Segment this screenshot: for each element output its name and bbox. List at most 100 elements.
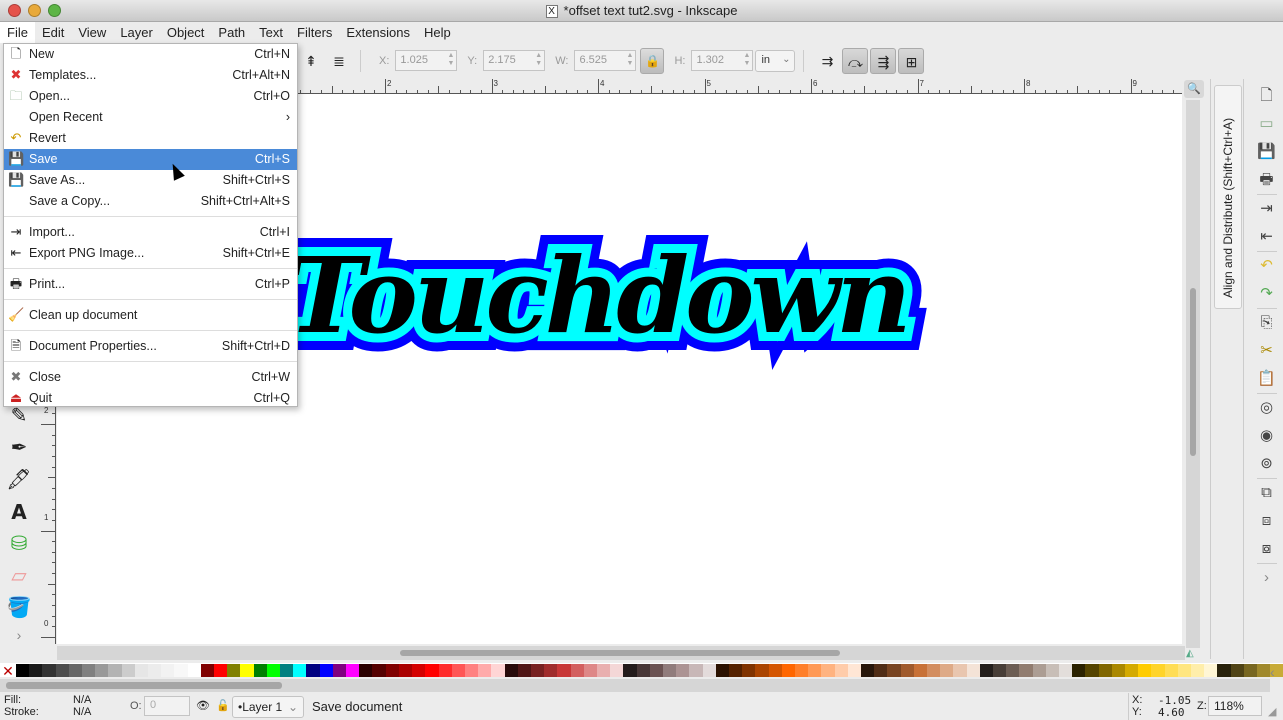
color-swatch[interactable] [174, 663, 188, 677]
horizontal-scroll-thumb[interactable] [400, 650, 840, 656]
color-swatch[interactable] [293, 663, 307, 677]
chevron-right-icon[interactable]: › [0, 624, 38, 646]
palette-scrollbar[interactable] [0, 679, 1270, 692]
undo-icon[interactable]: ↶ [1250, 252, 1283, 280]
color-swatch[interactable] [346, 663, 360, 677]
color-swatch[interactable] [570, 663, 584, 677]
color-swatch[interactable] [979, 663, 994, 677]
color-swatch[interactable] [887, 663, 901, 677]
color-swatch[interactable] [134, 663, 149, 677]
fill-value[interactable]: N/A [73, 694, 91, 706]
color-swatch[interactable] [1204, 663, 1218, 677]
color-swatch[interactable] [715, 663, 729, 677]
new-document-icon[interactable]: 🗋 [1250, 82, 1283, 110]
color-swatch[interactable] [768, 663, 782, 677]
zoom-window-button[interactable] [48, 4, 61, 17]
save-icon[interactable]: 💾 [1250, 138, 1283, 166]
color-swatch[interactable] [240, 663, 254, 677]
color-swatch[interactable] [148, 663, 162, 677]
color-swatch[interactable] [728, 663, 743, 677]
color-swatch[interactable] [1032, 663, 1046, 677]
color-swatch[interactable] [227, 663, 241, 677]
menu-item-revert[interactable]: ↶ Revert [4, 128, 297, 149]
color-swatch[interactable] [306, 663, 320, 677]
menu-item-import[interactable]: ⇥ Import... Ctrl+I [4, 222, 297, 243]
menu-view[interactable]: View [71, 22, 113, 43]
menu-item-save[interactable]: 💾 Save Ctrl+S [4, 149, 297, 170]
unlink-clone-icon[interactable]: ⧇ [1250, 535, 1283, 563]
color-swatch[interactable] [385, 663, 399, 677]
palette-menu-chevron-icon[interactable]: ‹ [1270, 664, 1275, 680]
color-swatch[interactable] [1217, 663, 1231, 677]
color-swatch[interactable] [1006, 663, 1020, 677]
align-distribute-tab[interactable]: Align and Distribute (Shift+Ctrl+A) [1214, 85, 1242, 309]
cut-icon[interactable]: ✂ [1250, 337, 1283, 365]
menu-filters[interactable]: Filters [290, 22, 339, 43]
x-input[interactable]: 1.025 ▲ ▼ [395, 50, 458, 71]
import-icon[interactable]: ⇥ [1250, 195, 1283, 223]
color-swatch[interactable] [1177, 663, 1192, 677]
color-management-icon[interactable]: ◭ [1186, 648, 1194, 659]
color-swatch[interactable] [161, 663, 175, 677]
color-swatch[interactable] [332, 663, 347, 677]
color-swatch[interactable] [68, 663, 83, 677]
eraser-tool-icon[interactable]: ▱ [0, 560, 38, 592]
zoom-page-icon[interactable]: ⊚ [1250, 450, 1283, 478]
export-icon[interactable]: ⇤ [1250, 223, 1283, 251]
color-swatch[interactable] [319, 663, 333, 677]
menu-text[interactable]: Text [252, 22, 290, 43]
color-swatch[interactable] [266, 663, 281, 677]
color-swatch[interactable] [676, 663, 690, 677]
paste-icon[interactable]: 📋 [1250, 365, 1283, 393]
menu-edit[interactable]: Edit [35, 22, 71, 43]
zoom-1-1-button[interactable]: 🔍 [1184, 80, 1204, 98]
lock-ratio-button[interactable]: 🔒 [640, 47, 665, 74]
color-swatch[interactable] [398, 663, 413, 677]
menu-extensions[interactable]: Extensions [339, 22, 417, 43]
close-window-button[interactable] [8, 4, 21, 17]
printer-icon[interactable]: 🖶 [1250, 166, 1283, 194]
color-swatch[interactable] [662, 663, 677, 677]
color-swatch[interactable] [491, 663, 505, 677]
color-swatch[interactable] [861, 663, 875, 677]
menu-file[interactable]: File [0, 22, 35, 43]
zoom-drawing-icon[interactable]: ◉ [1250, 422, 1283, 450]
color-swatch[interactable] [1191, 663, 1205, 677]
color-swatch[interactable] [464, 663, 479, 677]
horizontal-scrollbar[interactable] [57, 646, 1185, 660]
menu-item-quit[interactable]: ⏏ Quit Ctrl+Q [4, 388, 297, 409]
chevron-right-icon[interactable]: › [1250, 564, 1283, 592]
redo-icon[interactable]: ↷ [1250, 280, 1283, 308]
color-swatch[interactable] [596, 663, 611, 677]
lock-icon[interactable]: 🔓 [216, 699, 230, 712]
color-swatch[interactable] [913, 663, 928, 677]
color-swatch[interactable] [1125, 663, 1139, 677]
clone-icon[interactable]: ⧈ [1250, 507, 1283, 535]
color-swatch[interactable] [1072, 663, 1086, 677]
color-swatch[interactable] [1019, 663, 1033, 677]
color-swatch[interactable] [834, 663, 848, 677]
color-swatch[interactable] [1164, 663, 1178, 677]
color-swatch[interactable] [29, 663, 43, 677]
color-swatch[interactable] [1151, 663, 1165, 677]
opacity-input[interactable]: 0 [144, 696, 190, 716]
color-swatch[interactable] [1111, 663, 1126, 677]
folder-open-icon[interactable]: ▭ [1250, 110, 1283, 138]
menu-item-open-recent[interactable]: Open Recent › [4, 107, 297, 128]
copy-icon[interactable]: ⎘ [1250, 309, 1283, 337]
scale-corners-icon[interactable]: ⤼ [842, 47, 869, 74]
x-spinner[interactable]: ▲ ▼ [447, 52, 454, 68]
resize-grip-icon[interactable]: ◢ [1268, 705, 1276, 718]
color-swatch[interactable] [372, 663, 386, 677]
pen-tool-icon[interactable]: ✒ [0, 432, 38, 464]
h-input[interactable]: 1.302 ▲ ▼ [691, 50, 754, 71]
color-swatch[interactable] [847, 663, 861, 677]
no-paint-swatch[interactable]: ✕ [0, 663, 16, 678]
color-swatch[interactable] [755, 663, 769, 677]
menu-item-export-png-image[interactable]: ⇤ Export PNG Image... Shift+Ctrl+E [4, 243, 297, 264]
color-swatch[interactable] [1257, 663, 1271, 677]
color-swatch[interactable] [781, 663, 795, 677]
menu-layer[interactable]: Layer [113, 22, 160, 43]
color-swatch[interactable] [689, 663, 703, 677]
color-swatch[interactable] [1230, 663, 1244, 677]
